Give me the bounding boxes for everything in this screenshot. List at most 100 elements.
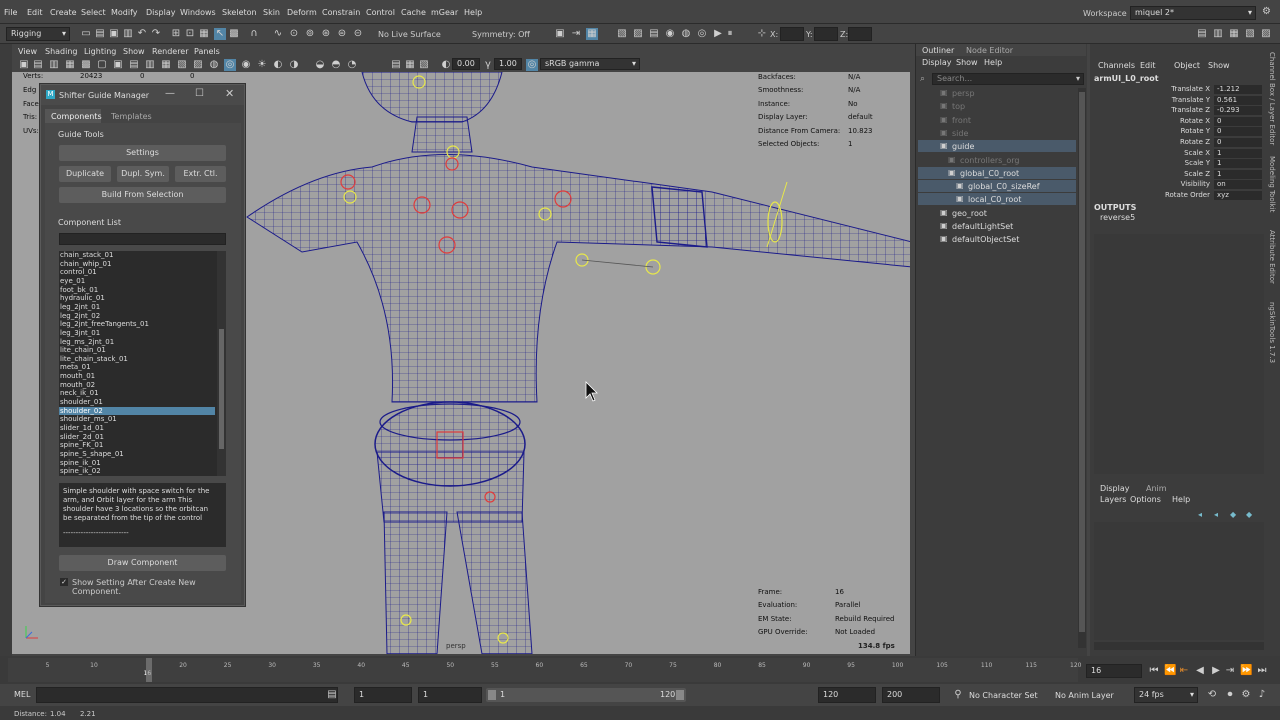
extr-ctl-button[interactable]: Extr. Ctl. — [175, 166, 226, 182]
playback-end-field[interactable]: 120 — [818, 687, 876, 703]
channel-value[interactable]: 0 — [1214, 138, 1262, 147]
image-plane-icon[interactable]: ▦ — [64, 59, 76, 71]
maximize-icon[interactable]: ☐ — [195, 88, 204, 99]
undo-icon[interactable]: ↶ — [136, 28, 148, 40]
attribute-editor-icon[interactable]: ▥ — [1212, 28, 1224, 40]
folder-new-icon[interactable]: ▭ — [80, 28, 92, 40]
outliner-item[interactable]: ▣ guide — [918, 140, 1076, 153]
outliner-menu-help[interactable]: Help — [984, 58, 1002, 67]
show-settings-checkbox[interactable]: ✓ — [60, 578, 68, 586]
right-tab[interactable]: Channel Box / Layer Editor — [1268, 52, 1276, 145]
layer-menu-help[interactable]: Help — [1172, 495, 1190, 504]
step-back-key-icon[interactable]: ⇤ — [1178, 665, 1190, 677]
channel-value[interactable]: 0 — [1214, 116, 1262, 126]
snap-view-icon[interactable]: ⊚ — [304, 28, 316, 40]
character-set-dropdown[interactable]: No Character Set — [969, 691, 1038, 700]
play-render-icon[interactable]: ▶ — [712, 28, 724, 40]
workspace-dropdown[interactable]: miquel 2* ▾ — [1130, 6, 1256, 20]
menu-help[interactable]: Help — [464, 8, 482, 17]
save-icon[interactable]: ▣ — [108, 28, 120, 40]
outliner-item[interactable]: ▣ top — [918, 100, 1076, 112]
layer-move-up-icon[interactable]: ◂ — [1198, 510, 1202, 519]
fps-dropdown[interactable]: 24 fps ▾ — [1134, 687, 1198, 703]
menu-modify[interactable]: Modify — [111, 8, 138, 17]
tab-node-editor[interactable]: Node Editor — [966, 46, 1013, 55]
playback-start-field[interactable]: 1 — [418, 687, 482, 703]
menu-constrain[interactable]: Constrain — [322, 8, 360, 17]
channel-value[interactable]: -0.293 — [1214, 106, 1262, 116]
settings-button[interactable]: Settings — [59, 145, 226, 161]
build-from-selection-button[interactable]: Build From Selection — [59, 187, 226, 203]
outliner-scrollbar[interactable] — [1078, 88, 1086, 648]
menu-file[interactable]: File — [4, 8, 17, 17]
snap-point-icon[interactable]: ⊙ — [288, 28, 300, 40]
anim-layer-dropdown[interactable]: No Anim Layer — [1055, 691, 1114, 700]
save-as-icon[interactable]: ▥ — [122, 28, 134, 40]
step-forward-icon[interactable]: ⏩ — [1240, 665, 1252, 677]
list-scrollbar[interactable] — [217, 251, 226, 476]
step-back-icon[interactable]: ⏪ — [1164, 665, 1176, 677]
viewport-menu-shading[interactable]: Shading — [45, 47, 78, 56]
list-item[interactable]: shoulder_01 — [59, 398, 215, 407]
list-item[interactable]: chain_stack_01 — [59, 251, 215, 260]
layer-menu-options[interactable]: Options — [1130, 495, 1161, 504]
smooth-shade-icon[interactable]: ◍ — [208, 59, 220, 71]
live-surface-label[interactable]: No Live Surface — [378, 30, 441, 39]
tab-outliner[interactable]: Outliner — [922, 46, 954, 55]
list-item[interactable]: leg_3jnt_01 — [59, 329, 215, 338]
isolate-select-icon[interactable]: ◒ — [314, 59, 326, 71]
list-item[interactable]: meta_01 — [59, 363, 215, 372]
range-end-handle[interactable] — [676, 690, 684, 700]
auto-key-icon[interactable]: ⏺ — [1224, 689, 1236, 701]
snap-surface-icon[interactable]: ⊛ — [320, 28, 332, 40]
layer-menu-layers[interactable]: Layers — [1100, 495, 1126, 504]
menu-create[interactable]: Create — [50, 8, 77, 17]
safe-action-icon[interactable]: ▦ — [160, 59, 172, 71]
right-tab[interactable]: Attribute Editor — [1268, 230, 1276, 284]
snap-grid-icon[interactable]: ▩ — [228, 28, 240, 40]
time-slider-track[interactable]: 5101620253035404550556065707580859095100… — [8, 658, 1081, 682]
render-view-icon[interactable]: ▧ — [616, 28, 628, 40]
grid-icon[interactable]: ▩ — [80, 59, 92, 71]
layer-move-down-icon[interactable]: ◂ — [1214, 510, 1218, 519]
select-hierarchy-icon[interactable]: ⊞ — [170, 28, 182, 40]
channel-value[interactable]: 1 — [1214, 169, 1262, 179]
magnet-icon[interactable]: ∩ — [248, 28, 260, 40]
outliner-item[interactable]: ▣ local_C0_root — [918, 193, 1076, 206]
component-filter-input[interactable] — [59, 233, 226, 245]
list-item[interactable]: leg_2jnt_freeTangents_01 — [59, 320, 215, 329]
outliner-item[interactable]: ▣ global_C0_sizeRef — [918, 180, 1076, 193]
current-frame-field[interactable]: 16 — [1086, 664, 1142, 678]
outliner-menu-display[interactable]: Display — [922, 58, 952, 67]
viewport-menu-show[interactable]: Show — [123, 47, 145, 56]
channel-menu-show[interactable]: Show — [1208, 61, 1230, 70]
select-tool-icon[interactable]: ↖ — [214, 28, 226, 40]
gamma-icon[interactable]: γ — [482, 59, 494, 71]
render-region-icon[interactable]: ▦ — [586, 28, 598, 40]
go-to-start-icon[interactable]: ⏮ — [1148, 665, 1160, 677]
list-item[interactable]: lite_chain_01 — [59, 346, 215, 355]
channel-box-icon[interactable]: ▧ — [1244, 28, 1256, 40]
list-item[interactable]: hydraulic_01 — [59, 294, 215, 303]
channel-value[interactable]: -1.212 — [1214, 85, 1262, 94]
anim-end-field[interactable]: 200 — [882, 687, 940, 703]
layer-h-scrollbar[interactable] — [1094, 642, 1264, 650]
make-live-icon[interactable]: ⊜ — [336, 28, 348, 40]
right-tab[interactable]: Modeling Toolkit — [1268, 156, 1276, 212]
step-forward-key-icon[interactable]: ⇥ — [1224, 665, 1236, 677]
z-field[interactable] — [848, 27, 872, 41]
menu-cache[interactable]: Cache — [401, 8, 426, 17]
bookmark-icon[interactable]: ▥ — [48, 59, 60, 71]
hypershade-icon[interactable]: ◍ — [680, 28, 692, 40]
list-item[interactable]: mouth_02 — [59, 381, 215, 390]
outliner-item[interactable]: ▣ persp — [918, 87, 1076, 99]
output-node[interactable]: reverse5 — [1100, 213, 1135, 222]
time-slider[interactable]: 5 10 16 20 25 30 35 40 45 50 55 60 65 70 75 80 85 90 95 100… — [0, 656, 1280, 684]
menu-skin[interactable]: Skin — [263, 8, 280, 17]
outliner-item[interactable]: ▣ geo_root — [918, 207, 1076, 219]
menu-display[interactable]: Display — [146, 8, 176, 17]
use-lights-icon[interactable]: ☀ — [256, 59, 268, 71]
range-start-handle[interactable] — [488, 690, 496, 700]
mel-label[interactable]: MEL — [14, 690, 30, 699]
select-component-icon[interactable]: ▦ — [198, 28, 210, 40]
